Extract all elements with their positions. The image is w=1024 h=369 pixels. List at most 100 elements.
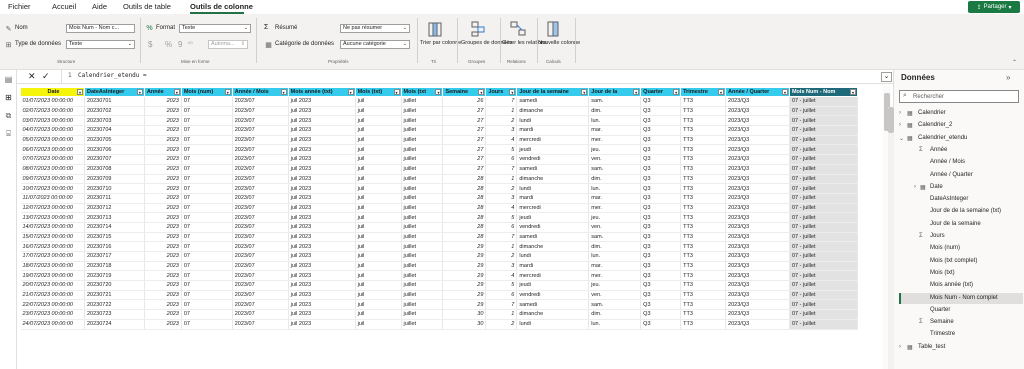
table-cell[interactable]: 27 bbox=[442, 115, 487, 127]
table-cell[interactable]: 7 bbox=[485, 299, 518, 311]
model-view-icon[interactable]: ⧉ bbox=[3, 110, 14, 121]
cancel-formula-icon[interactable]: ✕ bbox=[28, 71, 36, 82]
table-cell[interactable]: jeudi bbox=[516, 280, 590, 291]
table-cell[interactable]: juillet bbox=[401, 270, 444, 282]
table-cell[interactable]: 2023/Q3 bbox=[725, 174, 790, 185]
table-cell[interactable]: mer. bbox=[588, 270, 642, 282]
filter-dropdown-icon[interactable]: ▾ bbox=[173, 89, 180, 95]
table-cell[interactable]: juil 2023 bbox=[288, 174, 356, 185]
table-cell[interactable]: juillet bbox=[401, 203, 444, 214]
table-cell[interactable]: 07 bbox=[181, 203, 233, 214]
table-cell[interactable]: 07 - juillet bbox=[789, 144, 858, 156]
table-cell[interactable]: samedi bbox=[516, 232, 590, 243]
table-cell[interactable]: 24/07/2023 00:00:00 bbox=[20, 319, 85, 330]
table-cell[interactable]: 07 bbox=[181, 309, 233, 320]
table-cell[interactable]: 2023/Q3 bbox=[725, 106, 790, 117]
percent-button[interactable]: % bbox=[165, 40, 172, 49]
table-cell[interactable]: juillet bbox=[401, 183, 444, 194]
table-cell[interactable]: 2023/Q3 bbox=[725, 164, 790, 175]
table-cell[interactable]: 20230710 bbox=[84, 183, 145, 194]
table-cell[interactable]: juil bbox=[355, 222, 402, 233]
table-cell[interactable]: TT3 bbox=[680, 135, 727, 146]
table-cell[interactable]: 3 bbox=[485, 125, 518, 136]
filter-dropdown-icon[interactable]: ▾ bbox=[673, 89, 680, 95]
field-item[interactable]: Année bbox=[930, 147, 947, 153]
column-header[interactable]: Semaine ▾ bbox=[442, 87, 487, 97]
table-cell[interactable]: 2023/Q3 bbox=[725, 290, 790, 301]
pane-scroll-thumb[interactable] bbox=[888, 107, 894, 133]
table-cell[interactable]: juil bbox=[355, 154, 402, 165]
table-cell[interactable]: Q3 bbox=[640, 183, 682, 194]
table-cell[interactable]: 26 bbox=[442, 96, 487, 107]
table-row[interactable]: 01/07/2023 00:00:00 20230701 2023 07 2023/07… bbox=[20, 96, 858, 107]
table-cell[interactable]: 2023/07 bbox=[232, 251, 289, 262]
table-cell[interactable]: dim. bbox=[588, 309, 642, 320]
table-cell[interactable]: 07 - juillet bbox=[789, 96, 858, 107]
table-cell[interactable]: 11/07/2023 00:00:00 bbox=[20, 193, 85, 204]
table-cell[interactable]: 07 - juillet bbox=[789, 290, 858, 301]
manage-relations-icon[interactable] bbox=[509, 20, 527, 38]
table-cell[interactable]: 07 - juillet bbox=[789, 261, 858, 272]
table-cell[interactable]: TT3 bbox=[680, 241, 727, 252]
table-cell[interactable]: juil bbox=[355, 319, 402, 330]
filter-dropdown-icon[interactable]: ▾ bbox=[136, 89, 143, 95]
table-cell[interactable]: TT3 bbox=[680, 232, 727, 243]
table-cell[interactable]: 2 bbox=[485, 115, 518, 127]
table-cell[interactable]: 15/07/2023 00:00:00 bbox=[20, 232, 85, 243]
table-cell[interactable]: TT3 bbox=[680, 106, 727, 117]
table-cell[interactable]: 02/07/2023 00:00:00 bbox=[20, 106, 85, 117]
table-cell[interactable]: 2023 bbox=[144, 212, 182, 223]
table-cell[interactable]: 07/07/2023 00:00:00 bbox=[20, 154, 85, 165]
table-cell[interactable]: 27 bbox=[442, 144, 487, 156]
table-cell[interactable]: mar. bbox=[588, 193, 642, 204]
chevron-right-icon[interactable]: › bbox=[899, 344, 901, 350]
table-cell[interactable]: jeu. bbox=[588, 212, 642, 223]
table-cell[interactable]: 2023/Q3 bbox=[725, 125, 790, 136]
table-cell[interactable]: 2 bbox=[485, 319, 518, 330]
table-cell[interactable]: juil bbox=[355, 115, 402, 127]
table-cell[interactable]: lundi bbox=[516, 115, 590, 127]
table-item[interactable]: Calendrier_etendu bbox=[918, 135, 967, 141]
table-cell[interactable]: 6 bbox=[485, 290, 518, 301]
table-cell[interactable]: ven. bbox=[588, 154, 642, 165]
table-cell[interactable]: 06/07/2023 00:00:00 bbox=[20, 144, 85, 156]
table-cell[interactable]: 10/07/2023 00:00:00 bbox=[20, 183, 85, 194]
table-cell[interactable]: mardi bbox=[516, 261, 590, 272]
column-header[interactable]: Mois (txt ▾ bbox=[400, 87, 444, 97]
table-cell[interactable]: Q3 bbox=[640, 222, 682, 233]
table-cell[interactable]: 20/07/2023 00:00:00 bbox=[20, 280, 85, 291]
table-cell[interactable]: 07 bbox=[181, 212, 233, 223]
table-cell[interactable]: lundi bbox=[516, 183, 590, 194]
table-cell[interactable]: TT3 bbox=[680, 154, 727, 165]
collapse-pane-icon[interactable]: » bbox=[1006, 73, 1010, 82]
table-cell[interactable]: sam. bbox=[588, 299, 642, 311]
collapse-ribbon-icon[interactable]: ⌃ bbox=[1012, 59, 1017, 66]
table-cell[interactable]: 07 bbox=[181, 96, 233, 107]
tab-fichier[interactable]: Fichier bbox=[8, 2, 31, 11]
table-cell[interactable]: juil 2023 bbox=[288, 261, 356, 272]
table-cell[interactable]: 28 bbox=[442, 222, 487, 233]
pane-scrollbar[interactable] bbox=[888, 107, 894, 369]
table-cell[interactable]: juil 2023 bbox=[288, 241, 356, 252]
table-cell[interactable]: Q3 bbox=[640, 174, 682, 185]
table-cell[interactable]: juillet bbox=[401, 261, 444, 272]
table-cell[interactable]: jeu. bbox=[588, 280, 642, 291]
table-cell[interactable]: 07 - juillet bbox=[789, 174, 858, 185]
table-cell[interactable]: 2023/07 bbox=[232, 222, 289, 233]
column-header[interactable]: Jours ▾ bbox=[485, 87, 518, 97]
table-cell[interactable]: juil 2023 bbox=[288, 115, 356, 127]
table-cell[interactable]: 28 bbox=[442, 174, 487, 185]
table-cell[interactable]: 07 bbox=[181, 106, 233, 117]
table-cell[interactable]: 07 - juillet bbox=[789, 299, 858, 311]
new-column-icon[interactable] bbox=[545, 20, 563, 38]
table-cell[interactable]: 2023/Q3 bbox=[725, 212, 790, 223]
chevron-right-icon[interactable]: › bbox=[899, 122, 901, 128]
table-cell[interactable]: 07 bbox=[181, 222, 233, 233]
table-cell[interactable]: 07 - juillet bbox=[789, 115, 858, 127]
table-cell[interactable]: TT3 bbox=[680, 280, 727, 291]
table-cell[interactable]: 2023 bbox=[144, 135, 182, 146]
table-cell[interactable]: 20230715 bbox=[84, 232, 145, 243]
table-cell[interactable]: 2023 bbox=[144, 251, 182, 262]
table-cell[interactable]: juil bbox=[355, 144, 402, 156]
table-cell[interactable]: 29 bbox=[442, 299, 487, 311]
